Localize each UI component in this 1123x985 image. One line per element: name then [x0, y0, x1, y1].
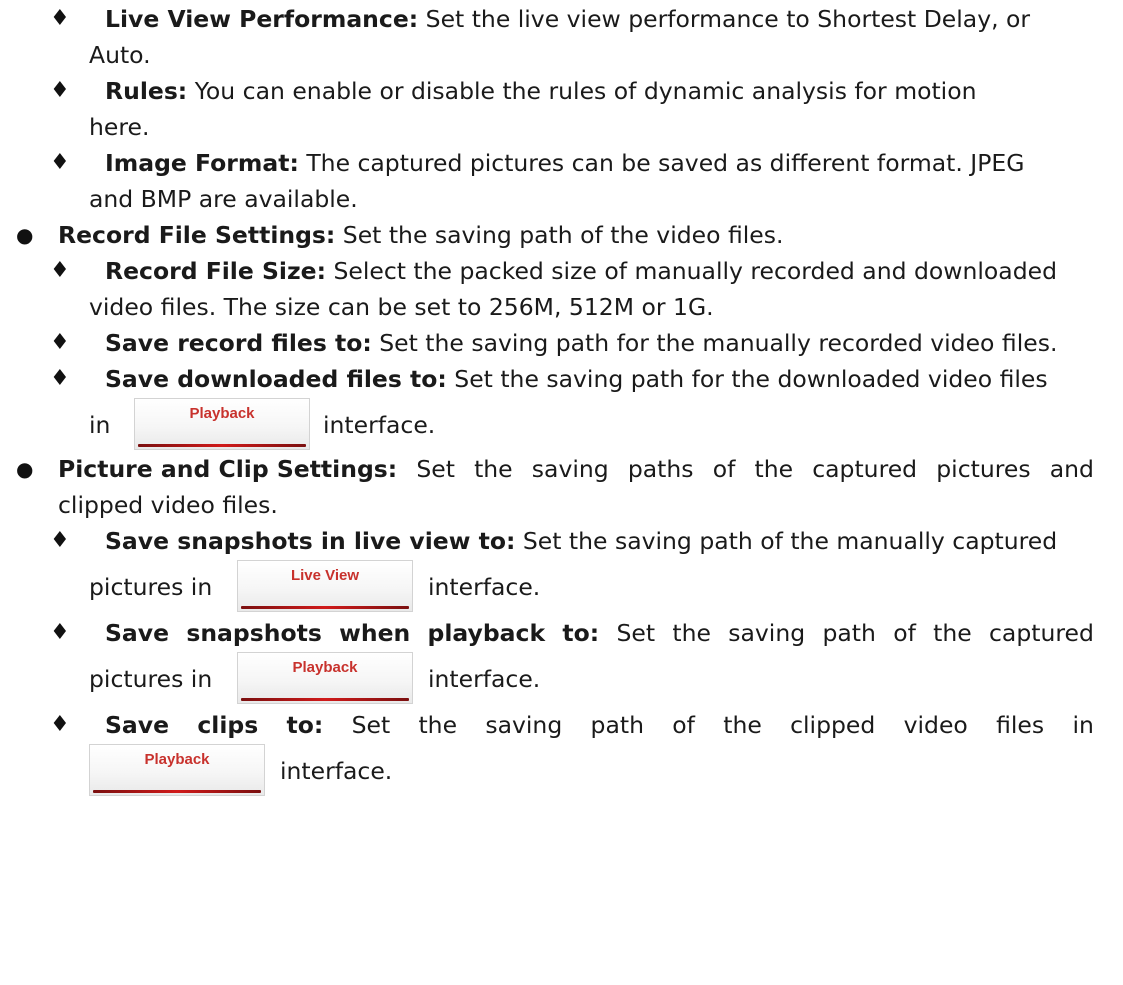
save-downloaded-files-prefix: in [89, 411, 111, 439]
circle-bullet-icon: ● [16, 223, 34, 247]
rules-label: Rules: [105, 77, 188, 105]
live-view-performance-line-1: Live View Performance: Set the live view… [105, 4, 1030, 34]
record-file-size-line-2: video files. The size can be set to 256M… [89, 293, 714, 321]
record-file-size-line-1: Record File Size: Select the packed size… [105, 256, 1057, 286]
word: captured [989, 619, 1094, 647]
live-view-performance-line-2: Auto. [89, 41, 151, 69]
save-snapshots-live-line-1: Save snapshots in live view to: Set the … [105, 526, 1057, 556]
image-format-line-2: and BMP are available. [89, 185, 358, 213]
word: Set [616, 619, 656, 647]
save-snapshots-playback-line-1: Save snapshots when playback to: Set the… [105, 618, 1094, 648]
playback-button[interactable]: Playback [134, 398, 310, 450]
word: and [1049, 455, 1094, 483]
word: Set [416, 455, 455, 483]
word: of [672, 711, 695, 739]
save-snapshots-live-prefix: pictures in [89, 573, 213, 601]
word: video [903, 711, 968, 739]
word: the [474, 455, 513, 483]
label-word: Save [105, 619, 170, 647]
rules-line-1: Rules: You can enable or disable the rul… [105, 76, 976, 106]
circle-bullet-icon: ● [16, 457, 34, 481]
word: the [418, 711, 458, 739]
diamond-bullet-icon: ♦ [50, 78, 70, 103]
record-file-settings-line: Record File Settings: Set the saving pat… [58, 220, 783, 250]
image-format-label: Image Format: [105, 149, 299, 177]
label-word: Save [105, 711, 170, 739]
save-snapshots-playback-suffix: interface. [428, 665, 541, 693]
word: the [672, 619, 711, 647]
word: saving [531, 455, 609, 483]
save-downloaded-files-text: Set the saving path for the downloaded v… [446, 365, 1048, 393]
record-file-size-label: Record File Size: [105, 257, 326, 285]
live-view-performance-label: Live View Performance: [105, 5, 419, 33]
word: in [1072, 711, 1094, 739]
label-word: snapshots [186, 619, 322, 647]
picture-clip-settings-line-2: clipped video files. [58, 491, 278, 519]
word: saving [728, 619, 806, 647]
diamond-bullet-icon: ♦ [50, 330, 70, 355]
word: saving [485, 711, 563, 739]
word: captured [812, 455, 918, 483]
word: the [723, 711, 762, 739]
playback-button-label: Playback [189, 405, 255, 422]
rules-line-2: here. [89, 113, 150, 141]
record-file-settings-text: Set the saving path of the video files. [335, 221, 784, 249]
diamond-bullet-icon: ♦ [50, 366, 70, 391]
save-snapshots-playback-prefix: pictures in [89, 665, 213, 693]
button-underline [241, 698, 409, 701]
label-word: clips [197, 711, 259, 739]
image-format-text: The captured pictures can be saved as di… [298, 149, 1025, 177]
word: clipped [790, 711, 876, 739]
word: the [933, 619, 972, 647]
diamond-bullet-icon: ♦ [50, 712, 70, 737]
save-downloaded-files-line-1: Save downloaded files to: Set the saving… [105, 364, 1048, 394]
label-word: when [339, 619, 411, 647]
label-word: to: [286, 711, 324, 739]
word: Set [351, 711, 391, 739]
save-record-files-text: Set the saving path for the manually rec… [371, 329, 1058, 357]
playback-button[interactable]: Playback [237, 652, 413, 704]
button-underline [93, 790, 261, 793]
diamond-bullet-icon: ♦ [50, 258, 70, 283]
button-underline [241, 606, 409, 609]
word: the [754, 455, 794, 483]
save-record-files-line: Save record files to: Set the saving pat… [105, 328, 1057, 358]
button-underline [138, 444, 306, 447]
image-format-line-1: Image Format: The captured pictures can … [105, 148, 1024, 178]
save-snapshots-live-suffix: interface. [428, 573, 541, 601]
playback-button-label: Playback [144, 751, 210, 768]
word: path [590, 711, 644, 739]
live-view-performance-text: Set the live view performance to Shortes… [418, 5, 1031, 33]
label-word: to: [562, 619, 600, 647]
save-clips-suffix: interface. [280, 757, 393, 785]
word: paths [627, 455, 694, 483]
diamond-bullet-icon: ♦ [50, 6, 70, 31]
word: of [712, 455, 736, 483]
record-file-size-text: Select the packed size of manually recor… [325, 257, 1057, 285]
save-downloaded-files-suffix: interface. [323, 411, 436, 439]
picture-clip-settings-label: Picture and Clip Settings: [58, 455, 398, 483]
word: files [996, 711, 1045, 739]
rules-text: You can enable or disable the rules of d… [187, 77, 977, 105]
save-clips-line-1: Save clips to: Set the saving path of th… [105, 710, 1094, 740]
live-view-button[interactable]: Live View [237, 560, 413, 612]
record-file-settings-label: Record File Settings: [58, 221, 336, 249]
save-snapshots-live-label: Save snapshots in live view to: [105, 527, 516, 555]
word: of [893, 619, 916, 647]
diamond-bullet-icon: ♦ [50, 528, 70, 553]
playback-button-label: Playback [292, 659, 358, 676]
picture-clip-settings-line-1: Picture and Clip Settings: Set the savin… [58, 454, 1094, 484]
save-snapshots-live-text: Set the saving path of the manually capt… [515, 527, 1058, 555]
live-view-button-label: Live View [290, 567, 360, 584]
playback-button[interactable]: Playback [89, 744, 265, 796]
diamond-bullet-icon: ♦ [50, 150, 70, 175]
save-record-files-label: Save record files to: [105, 329, 372, 357]
word: path [822, 619, 876, 647]
diamond-bullet-icon: ♦ [50, 620, 70, 645]
word: pictures [936, 455, 1031, 483]
label-word: playback [427, 619, 546, 647]
save-downloaded-files-label: Save downloaded files to: [105, 365, 447, 393]
manual-page: ♦ Live View Performance: Set the live vi… [0, 0, 1123, 985]
